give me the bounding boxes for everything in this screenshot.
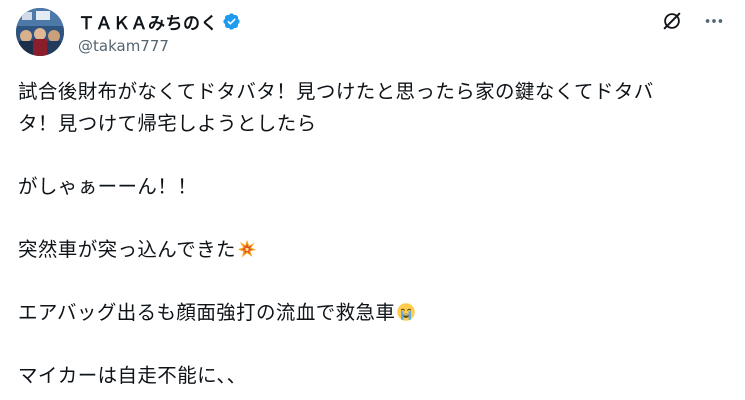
name-row: ＴＡＫＡみちのく <box>78 9 241 34</box>
tweet-paragraph: エアバッグ出るも顔面強打の流血で救急車 <box>18 297 730 329</box>
avatar[interactable] <box>16 8 64 56</box>
author-info: ＴＡＫＡみちのく @takam777 <box>78 10 241 55</box>
tweet-text: 試合後財布がなくてドタバタ！見つけたと思ったら家の鍵なくてドタバ タ！見つけて帰… <box>18 76 730 392</box>
tweet-paragraph: マイカーは自走不能に、、 <box>18 360 730 392</box>
tweet-card: ＴＡＫＡみちのく @takam777 試合後財布がなくてドタバタ！見つけたと思っ… <box>0 0 745 400</box>
tweet-paragraph: がしゃぁーーん！！ <box>18 171 730 203</box>
tweet-paragraph: 試合後財布がなくてドタバタ！見つけたと思ったら家の鍵なくてドタバ タ！見つけて帰… <box>18 76 730 140</box>
tweet-paragraph: 突然車が突っ込んできた <box>18 234 730 266</box>
tweet-actions <box>661 10 725 32</box>
avatar-photo-icon <box>16 8 64 56</box>
grok-icon[interactable] <box>661 10 683 32</box>
tweet-line: タ！見つけて帰宅しようとしたら <box>18 112 317 135</box>
collision-emoji-icon <box>237 237 257 258</box>
tweet-line: マイカーは自走不能に、、 <box>18 364 247 387</box>
verified-badge-icon[interactable] <box>222 12 241 31</box>
user-handle[interactable]: @takam777 <box>78 37 241 55</box>
display-name[interactable]: ＴＡＫＡみちのく <box>78 9 218 34</box>
crying-face-emoji-icon <box>396 300 416 321</box>
more-options-icon[interactable] <box>703 10 725 32</box>
tweet-line: がしゃぁーーん！！ <box>18 175 198 198</box>
tweet-line: 突然車が突っ込んできた <box>18 238 236 261</box>
tweet-line: 試合後財布がなくてドタバタ！見つけたと思ったら家の鍵なくてドタバ <box>18 80 654 103</box>
tweet-line: エアバッグ出るも顔面強打の流血で救急車 <box>18 301 396 324</box>
